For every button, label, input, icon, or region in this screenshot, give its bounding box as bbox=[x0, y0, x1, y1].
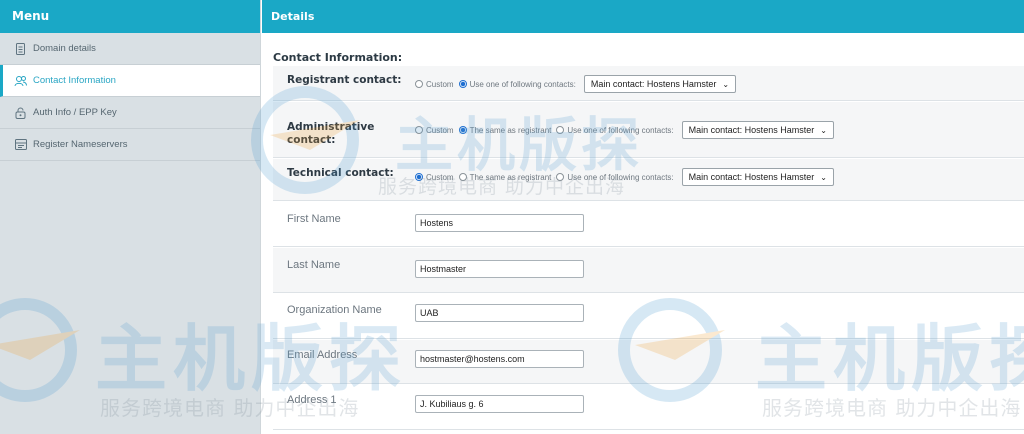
users-icon bbox=[14, 74, 27, 87]
registrant-use-contact-radio[interactable] bbox=[458, 80, 467, 88]
registrant-contact-select[interactable]: Main contact: Hostens Hamster ⌄ bbox=[583, 75, 737, 93]
registrant-contact-row: Registrant contact: Custom Use one of fo… bbox=[273, 66, 1024, 101]
registrant-contact-options: Custom Use one of following contacts: Ma… bbox=[415, 75, 737, 93]
radio-label: Custom bbox=[426, 172, 454, 182]
administrative-contact-options: Custom The same as registrant Use one of… bbox=[415, 121, 834, 139]
sidebar-item-auth-info[interactable]: Auth Info / EPP Key bbox=[0, 97, 260, 129]
technical-contact-row: Technical contact: Custom The same as re… bbox=[273, 159, 1024, 201]
administrative-same-radio[interactable] bbox=[458, 126, 467, 134]
details-title: Details bbox=[262, 0, 1024, 33]
technical-contact-select[interactable]: Main contact: Hostens Hamster ⌄ bbox=[681, 168, 834, 186]
technical-contact-options: Custom The same as registrant Use one of… bbox=[415, 168, 834, 186]
radio-label: The same as registrant bbox=[469, 172, 552, 182]
sidebar-item-label: Domain details bbox=[33, 43, 96, 54]
radio-label: Use one of following contacts: bbox=[567, 172, 674, 182]
last-name-input[interactable]: Hostmaster bbox=[415, 260, 584, 278]
sidebar-item-label: Contact Information bbox=[33, 75, 116, 86]
email-address-input[interactable]: hostmaster@hostens.com bbox=[415, 350, 584, 368]
administrative-contact-row: Administrative contact: Custom The same … bbox=[273, 102, 1024, 158]
organization-name-label: Organization Name bbox=[287, 304, 382, 316]
select-value: Main contact: Hostens Hamster bbox=[590, 79, 717, 89]
address-1-label: Address 1 bbox=[287, 394, 337, 406]
technical-custom-radio[interactable] bbox=[415, 173, 423, 181]
registrant-contact-label: Registrant contact: bbox=[287, 74, 402, 86]
organization-name-input[interactable]: UAB bbox=[415, 304, 584, 322]
chevron-down-icon: ⌄ bbox=[722, 79, 730, 89]
section-title: Contact Information: bbox=[273, 51, 403, 64]
sidebar-item-domain-details[interactable]: Domain details bbox=[0, 33, 260, 65]
document-icon bbox=[14, 42, 27, 55]
chevron-down-icon: ⌄ bbox=[820, 125, 827, 135]
registrant-custom-radio[interactable] bbox=[415, 80, 423, 88]
sidebar-item-contact-information[interactable]: Contact Information bbox=[0, 65, 260, 97]
last-name-label: Last Name bbox=[287, 259, 341, 271]
chevron-down-icon: ⌄ bbox=[820, 172, 827, 182]
email-address-row: Email Address hostmaster@hostens.com bbox=[273, 340, 1024, 384]
technical-use-contact-radio[interactable] bbox=[556, 173, 565, 181]
radio-label: The same as registrant bbox=[469, 125, 552, 135]
sidebar-item-label: Auth Info / EPP Key bbox=[33, 107, 117, 118]
administrative-use-contact-radio[interactable] bbox=[556, 126, 565, 134]
details-panel: Details Contact Information: Registrant … bbox=[262, 0, 1024, 434]
technical-contact-label: Technical contact: bbox=[287, 167, 394, 179]
address-1-input[interactable]: J. Kubiliaus g. 6 bbox=[415, 395, 584, 413]
technical-same-radio[interactable] bbox=[458, 173, 467, 181]
server-icon bbox=[14, 138, 27, 151]
radio-label: Use one of following contacts: bbox=[567, 125, 674, 135]
sidebar-item-label: Register Nameservers bbox=[33, 139, 128, 150]
organization-name-row: Organization Name UAB bbox=[273, 294, 1024, 339]
sidebar-title: Menu bbox=[0, 0, 260, 33]
radio-label: Use one of following contacts: bbox=[469, 79, 576, 89]
administrative-custom-radio[interactable] bbox=[415, 126, 423, 134]
select-value: Main contact: Hostens Hamster bbox=[688, 125, 815, 135]
administrative-contact-select[interactable]: Main contact: Hostens Hamster ⌄ bbox=[681, 121, 834, 139]
radio-label: Custom bbox=[426, 125, 454, 135]
radio-label: Custom bbox=[426, 79, 454, 89]
first-name-input[interactable]: Hostens bbox=[415, 214, 584, 232]
email-address-label: Email Address bbox=[287, 349, 358, 361]
last-name-row: Last Name Hostmaster bbox=[273, 248, 1024, 293]
app-root: Menu Domain details Contact Information … bbox=[0, 0, 1024, 434]
select-value: Main contact: Hostens Hamster bbox=[688, 172, 815, 182]
administrative-contact-label: Administrative contact: bbox=[287, 121, 375, 146]
sidebar-menu: Menu Domain details Contact Information … bbox=[0, 0, 261, 434]
lock-icon bbox=[14, 106, 27, 119]
sidebar-item-register-nameservers[interactable]: Register Nameservers bbox=[0, 129, 260, 161]
address-1-row: Address 1 J. Kubiliaus g. 6 bbox=[273, 385, 1024, 430]
first-name-row: First Name Hostens bbox=[273, 202, 1024, 247]
first-name-label: First Name bbox=[287, 213, 341, 225]
